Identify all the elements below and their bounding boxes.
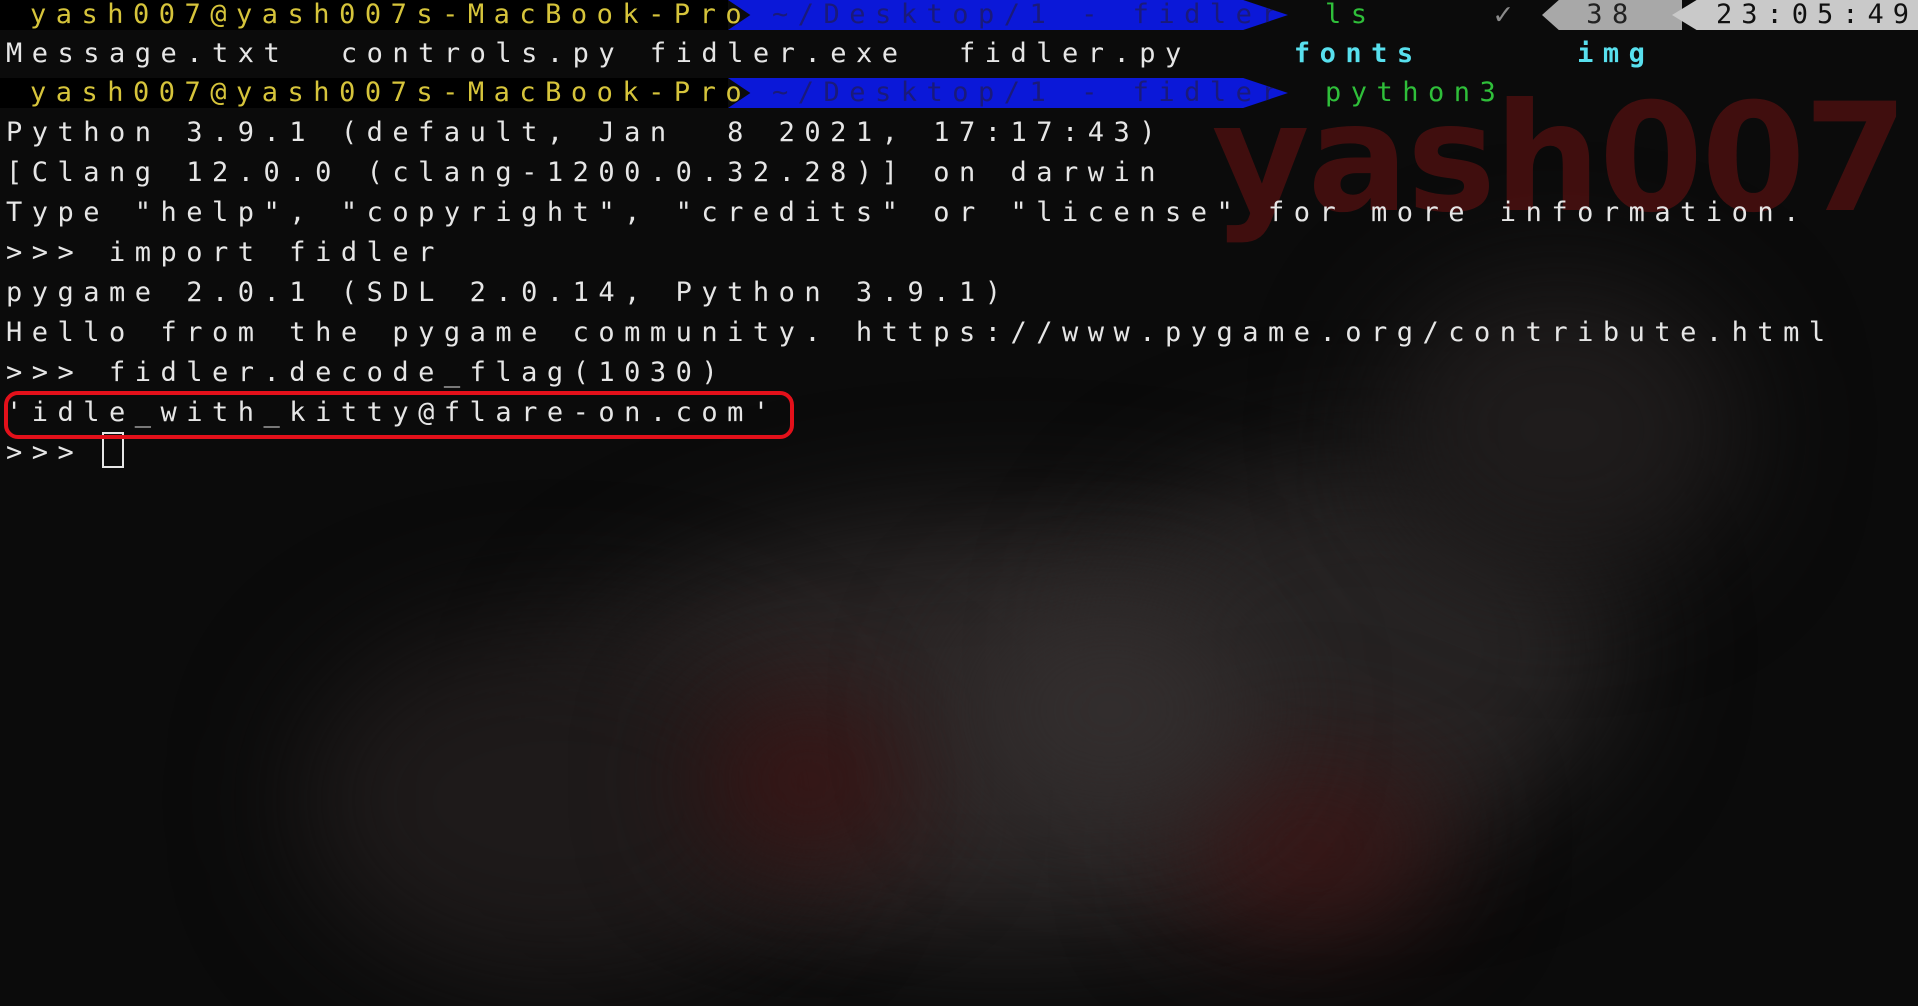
ls-output-line: Message.txt controls.py fidler.exe fidle… <box>6 36 1654 72</box>
pygame-banner-line: Hello from the pygame community. https:/… <box>6 317 1835 348</box>
python-banner-line: Python 3.9.1 (default, Jan 8 2021, 17:17… <box>6 117 1165 148</box>
check-icon: ✓ <box>1494 0 1513 32</box>
terminal-window[interactable]: yash007@yash007s-MacBook-Pro ~/Desktop/1… <box>0 0 1918 1006</box>
file-entry: fidler.py <box>958 38 1191 69</box>
file-entry: Message.txt <box>6 38 290 69</box>
repl-prompt: >>> <box>6 437 110 468</box>
prompt-directory: ~/Desktop/1 - fidler <box>728 78 1288 108</box>
prompt-command: ls <box>1325 0 1377 30</box>
pygame-banner-line: pygame 2.0.1 (SDL 2.0.14, Python 3.9.1) <box>6 277 1011 308</box>
repl-input-line: >>> fidler.decode_flag(1030) <box>6 357 728 388</box>
python-banner-line: [Clang 12.0.0 (clang-1200.0.32.28)] on d… <box>6 157 1165 188</box>
prompt-user-host: yash007@yash007s-MacBook-Pro <box>0 78 742 108</box>
prompt-user-host: yash007@yash007s-MacBook-Pro <box>0 0 742 30</box>
jobs-count: 38 <box>1542 0 1682 30</box>
prompt-command: python3 <box>1325 77 1506 108</box>
prompt-time: 23:05:49 <box>1672 0 1918 30</box>
file-entry: fidler.exe <box>649 38 908 69</box>
prompt-bar-1: yash007@yash007s-MacBook-Pro ~/Desktop/1… <box>0 0 1918 30</box>
prompt-bar-2: yash007@yash007s-MacBook-Pro ~/Desktop/1… <box>0 78 1918 108</box>
flag-highlight-box <box>4 391 794 439</box>
prompt-directory: ~/Desktop/1 - fidler <box>728 0 1288 30</box>
repl-input-line: >>> import fidler <box>6 237 444 268</box>
python-banner-line: Type "help", "copyright", "credits" or "… <box>6 197 1809 228</box>
file-entry: controls.py <box>340 38 625 69</box>
dir-entry: img <box>1577 38 1655 69</box>
dir-entry: fonts <box>1293 38 1423 69</box>
